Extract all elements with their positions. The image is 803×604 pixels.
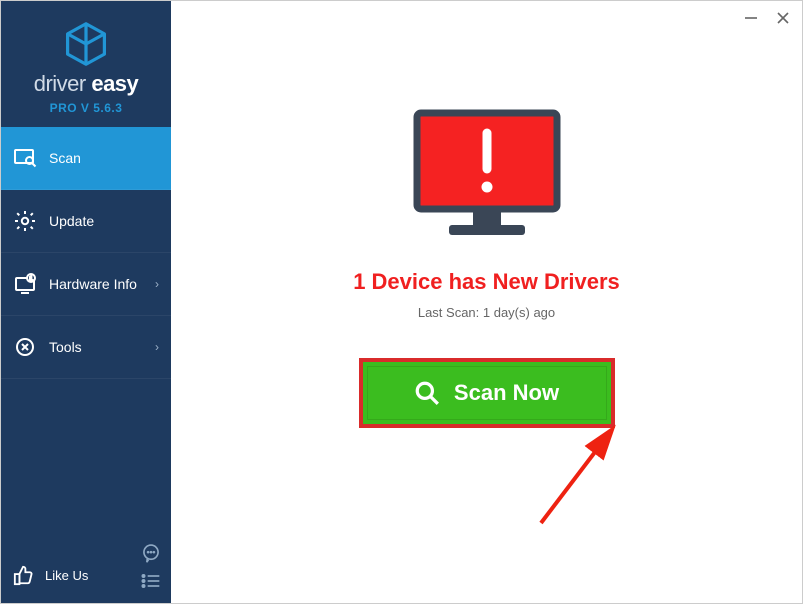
sidebar-nav: Scan Update 1 Hardware Info › bbox=[1, 127, 171, 379]
main-pane: 1 Device has New Drivers Last Scan: 1 da… bbox=[171, 1, 802, 603]
search-icon bbox=[414, 380, 440, 406]
sidebar-footer: Like Us bbox=[1, 547, 171, 603]
sidebar-item-label: Scan bbox=[49, 150, 81, 166]
sidebar-item-update[interactable]: Update bbox=[1, 190, 171, 253]
scan-status-headline: 1 Device has New Drivers bbox=[353, 269, 620, 295]
like-us-label[interactable]: Like Us bbox=[45, 568, 88, 583]
sidebar-item-label: Update bbox=[49, 213, 94, 229]
chevron-right-icon: › bbox=[155, 277, 159, 291]
sidebar-item-tools[interactable]: Tools › bbox=[1, 316, 171, 379]
sidebar-item-scan[interactable]: Scan bbox=[1, 127, 171, 190]
minimize-button[interactable] bbox=[742, 9, 760, 27]
brand-text-prefix: driver bbox=[34, 71, 92, 96]
toolbox-icon bbox=[13, 335, 37, 359]
gear-icon bbox=[13, 209, 37, 233]
monitor-badge-icon: 1 bbox=[13, 272, 37, 296]
thumbs-up-icon[interactable] bbox=[13, 564, 35, 586]
chat-bubble-icon[interactable] bbox=[141, 543, 161, 563]
brand-logo-block: driver easy PRO V 5.6.3 bbox=[1, 1, 171, 127]
sidebar: driver easy PRO V 5.6.3 Scan Update bbox=[1, 1, 171, 603]
brand-cube-icon bbox=[63, 21, 109, 67]
window-controls bbox=[742, 9, 792, 27]
close-button[interactable] bbox=[774, 9, 792, 27]
brand-text-bold: easy bbox=[91, 71, 138, 96]
sidebar-item-hardwareinfo[interactable]: 1 Hardware Info › bbox=[1, 253, 171, 316]
scan-now-button[interactable]: Scan Now bbox=[359, 358, 615, 428]
alert-monitor-icon bbox=[413, 109, 561, 241]
brand-text: driver easy bbox=[34, 71, 139, 97]
annotation-arrow-icon bbox=[533, 419, 633, 529]
brand-version: PRO V 5.6.3 bbox=[50, 101, 123, 115]
sidebar-item-label: Tools bbox=[49, 339, 82, 355]
last-scan-text: Last Scan: 1 day(s) ago bbox=[418, 305, 555, 320]
menu-lines-icon[interactable] bbox=[141, 573, 161, 589]
app-window: driver easy PRO V 5.6.3 Scan Update bbox=[0, 0, 803, 604]
sidebar-item-label: Hardware Info bbox=[49, 276, 137, 292]
chevron-right-icon: › bbox=[155, 340, 159, 354]
scan-icon bbox=[13, 146, 37, 170]
scan-now-label: Scan Now bbox=[454, 380, 559, 406]
